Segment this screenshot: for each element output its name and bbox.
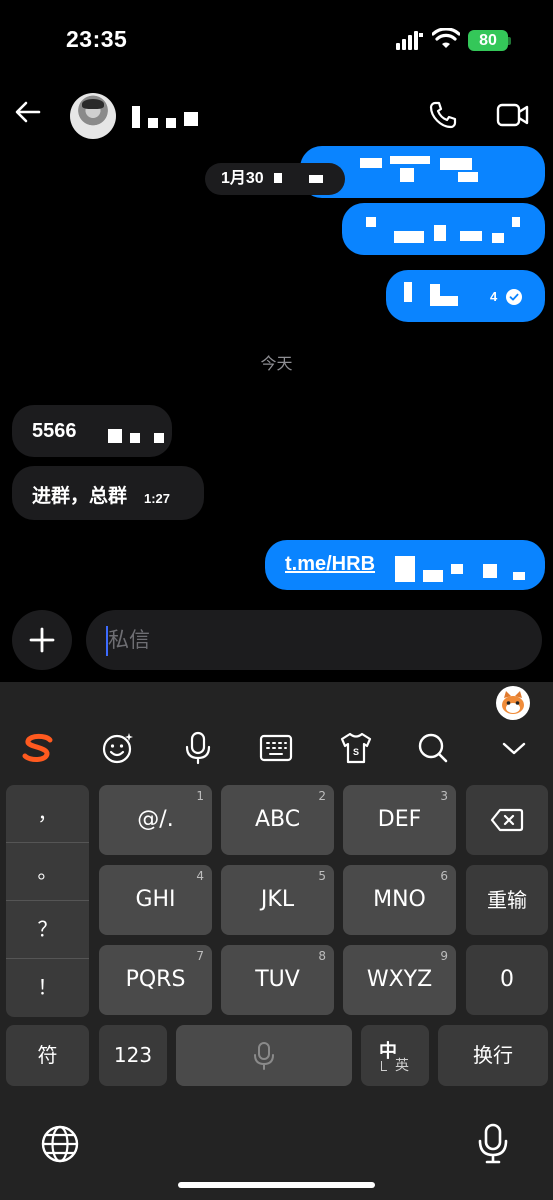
emoji-icon[interactable]: [100, 730, 136, 766]
key-label: GHI: [135, 887, 176, 912]
symbols-key[interactable]: 符: [6, 1025, 89, 1086]
microphone-icon[interactable]: [478, 1122, 508, 1164]
signal-icon: [396, 31, 423, 50]
key-number: 9: [440, 949, 448, 963]
numbers-key[interactable]: 123: [99, 1025, 167, 1086]
text-caret: [106, 626, 108, 656]
outgoing-message-3[interactable]: 4: [386, 270, 545, 322]
outgoing-link-message[interactable]: t.me/HRB: [265, 540, 545, 590]
key-8[interactable]: 8 TUV: [221, 945, 334, 1015]
key-label: JKL: [260, 887, 295, 912]
video-camera-icon[interactable]: [496, 102, 529, 128]
key-number: 8: [318, 949, 326, 963]
key-6[interactable]: 6 MNO: [343, 865, 456, 935]
read-checkmark-icon: [506, 289, 522, 305]
message-text: 进群，总群: [32, 485, 128, 507]
key-1[interactable]: 1 @/.: [99, 785, 212, 855]
message-time: 1:27: [144, 491, 171, 506]
svg-text:S: S: [353, 747, 359, 757]
punctuation-column: ， 。 ？ ！: [6, 785, 89, 1017]
key-number: 4: [196, 869, 204, 883]
phone-icon[interactable]: [428, 100, 458, 130]
key-3[interactable]: 3 DEF: [343, 785, 456, 855]
avatar[interactable]: [70, 93, 116, 139]
key-label: PQRS: [125, 967, 186, 992]
battery-icon: 80: [468, 30, 508, 51]
key-label: @/.: [137, 807, 174, 832]
incoming-message-2[interactable]: 进群，总群 1:27: [12, 466, 204, 520]
status-time: 23:35: [66, 26, 128, 52]
key-7[interactable]: 7 PQRS: [99, 945, 212, 1015]
key-label: TUV: [255, 967, 300, 992]
mascot-icon[interactable]: [496, 686, 530, 720]
space-key[interactable]: [176, 1025, 352, 1086]
outgoing-message-2[interactable]: [342, 203, 545, 255]
globe-icon[interactable]: [40, 1124, 80, 1164]
message-input[interactable]: [86, 610, 542, 670]
punct-key[interactable]: 。: [6, 843, 89, 901]
punct-key[interactable]: ，: [6, 785, 89, 843]
key-number: 6: [440, 869, 448, 883]
key-number: 7: [196, 949, 204, 963]
key-number: 1: [196, 789, 204, 803]
battery-tip: [508, 37, 511, 45]
punct-key[interactable]: ？: [6, 901, 89, 959]
back-arrow-icon[interactable]: [14, 98, 42, 126]
backspace-key[interactable]: [466, 785, 548, 855]
skin-shirt-icon[interactable]: S: [338, 730, 374, 766]
contact-name-redacted[interactable]: [132, 102, 198, 132]
key-label: ABC: [254, 807, 301, 832]
key-0[interactable]: 0: [466, 945, 548, 1015]
link-text[interactable]: t.me/HRB: [285, 553, 375, 576]
backspace-icon: [490, 808, 524, 832]
lang-sub-label: 英: [395, 1058, 409, 1074]
keyboard-icon[interactable]: [258, 730, 294, 766]
microphone-icon[interactable]: [180, 730, 216, 766]
key-label: MNO: [373, 887, 426, 912]
key-label: WXYZ: [366, 967, 433, 992]
key-4[interactable]: 4 GHI: [99, 865, 212, 935]
date-text: 1月30: [221, 170, 264, 187]
message-time: 4: [490, 289, 498, 304]
date-separator: 今天: [260, 356, 293, 373]
punct-key[interactable]: ！: [6, 959, 89, 1017]
key-5[interactable]: 5 JKL: [221, 865, 334, 935]
search-icon[interactable]: [415, 730, 451, 766]
retype-key[interactable]: 重输: [466, 865, 548, 935]
language-switch-key[interactable]: 中 英: [361, 1025, 429, 1086]
date-chip: 1月30: [205, 163, 345, 195]
plus-icon: [29, 627, 55, 653]
key-label: 0: [500, 967, 514, 992]
sogou-logo-icon[interactable]: [20, 730, 56, 766]
chevron-down-icon[interactable]: [496, 730, 532, 766]
key-label: 换行: [473, 1043, 513, 1067]
key-number: 2: [318, 789, 326, 803]
key-number: 3: [440, 789, 448, 803]
key-label: 重输: [487, 888, 527, 912]
microphone-icon: [254, 1042, 274, 1070]
attach-plus-button[interactable]: [12, 610, 72, 670]
key-label: 符: [37, 1043, 58, 1067]
message-text: 5566: [32, 420, 77, 442]
key-label: 123: [113, 1043, 153, 1067]
key-number: 5: [318, 869, 326, 883]
newline-key[interactable]: 换行: [438, 1025, 548, 1086]
key-2[interactable]: 2 ABC: [221, 785, 334, 855]
status-bar: 23:35 80: [0, 0, 553, 80]
chat-header: [0, 80, 553, 150]
key-label: DEF: [377, 807, 422, 832]
wifi-icon: [432, 28, 460, 48]
key-9[interactable]: 9 WXYZ: [343, 945, 456, 1015]
home-indicator[interactable]: [178, 1182, 375, 1188]
incoming-message-1[interactable]: 5566: [12, 405, 172, 457]
